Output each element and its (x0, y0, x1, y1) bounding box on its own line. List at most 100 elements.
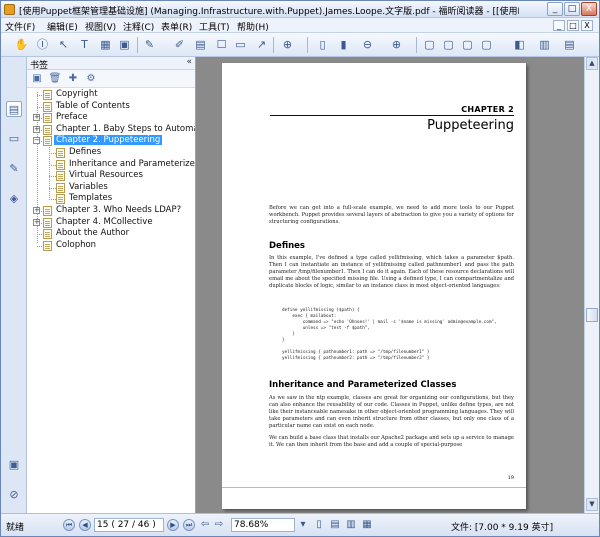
vertical-scrollbar[interactable]: ▲ ▼ (584, 57, 599, 513)
menu-view[interactable]: 视图(V) (85, 20, 116, 33)
continuous-facing-icon[interactable]: ▦ (361, 519, 373, 531)
first-page-button[interactable]: ⏮ (63, 519, 75, 531)
more-icon[interactable]: ▤ (561, 37, 578, 53)
bookmark-item[interactable]: Templates (27, 193, 195, 205)
expand-icon[interactable]: + (33, 207, 40, 214)
comment-icon[interactable]: ☐ (213, 37, 230, 53)
menu-bar: 文件(F) 编辑(E) 视图(V) 注释(C) 表单(R) 工具(T) 帮助(H… (1, 18, 599, 33)
back-arrow-icon[interactable]: ⇦ (199, 519, 211, 531)
typewriter-icon[interactable]: T (76, 37, 93, 53)
bookmark-item[interactable]: Variables (27, 182, 195, 194)
bookmark-icon (43, 101, 52, 112)
forward-arrow-icon[interactable]: ⇨ (213, 519, 225, 531)
zoom-in-icon[interactable]: ⊕ (279, 37, 296, 53)
doc-minimize-button[interactable]: _ (553, 20, 565, 31)
expand-icon[interactable]: + (33, 218, 40, 226)
options-icon[interactable]: ▥ (536, 37, 553, 53)
bookmarks-panel-icon[interactable]: ▤ (6, 101, 22, 117)
fit-width-icon[interactable]: ▮ (335, 37, 352, 53)
nav-last-icon[interactable]: ▢ (478, 37, 495, 53)
zoom-plus-icon[interactable]: ⊕ (388, 37, 405, 53)
new-bookmark-icon[interactable]: ✚ (66, 72, 80, 86)
continuous-icon[interactable]: ▤ (329, 519, 341, 531)
bookmark-icon (43, 124, 52, 135)
single-page-icon[interactable]: ▯ (313, 519, 325, 531)
select-text-icon[interactable]: Ⓘ (34, 37, 51, 53)
delete-bookmark-icon[interactable]: 🗑 (48, 72, 62, 86)
close-button[interactable]: X (581, 2, 597, 16)
highlight-icon[interactable]: ✐ (171, 37, 188, 53)
audio-icon[interactable]: ◧ (511, 37, 528, 53)
bookmark-item[interactable]: + Preface (27, 112, 195, 124)
bookmark-item[interactable]: + Chapter 4. MCollective (27, 216, 195, 229)
note-icon[interactable]: ▤ (192, 37, 209, 53)
zoom-dropdown-icon[interactable]: ▾ (297, 519, 309, 531)
layers-panel-icon[interactable]: ✎ (6, 161, 22, 177)
menu-help[interactable]: 帮助(H) (237, 20, 269, 33)
bookmark-item[interactable]: + Chapter 3. Who Needs LDAP? (27, 205, 195, 217)
bookmark-item[interactable]: Defines (27, 147, 195, 159)
prev-page-button[interactable]: ◀ (79, 519, 91, 531)
arrow-icon[interactable]: ↗ (253, 37, 270, 53)
page-number-input[interactable]: 15 ( 27 / 46 ) (94, 518, 164, 532)
nav-next-icon[interactable]: ▢ (459, 37, 476, 53)
facing-icon[interactable]: ▥ (345, 519, 357, 531)
menu-edit[interactable]: 编辑(E) (47, 20, 78, 33)
pointer-icon[interactable]: ↖ (55, 37, 72, 53)
last-page-button[interactable]: ⏭ (183, 519, 195, 531)
pages-panel-icon[interactable]: ▭ (6, 131, 22, 147)
expand-icon[interactable]: + (33, 125, 40, 133)
bookmark-tree: Copyright Table of Contents + Preface + Chapt… (27, 88, 195, 513)
zoom-select[interactable]: 78.68% (231, 518, 295, 532)
bookmark-label: Chapter 4. MCollective (56, 216, 153, 227)
attachments-panel-icon[interactable]: ▣ (6, 457, 22, 473)
paperclip-icon[interactable]: ⊘ (6, 487, 22, 503)
bookmark-item[interactable]: + Chapter 1. Baby Steps to Automation (27, 124, 195, 136)
bookmark-label: Preface (56, 112, 88, 123)
menu-tools[interactable]: 工具(T) (199, 20, 230, 33)
nav-prev-icon[interactable]: ▢ (440, 37, 457, 53)
snapshot-icon[interactable]: ▦ (97, 37, 114, 53)
minimize-button[interactable]: _ (547, 2, 563, 16)
menu-comment[interactable]: 注释(C) (123, 20, 154, 33)
bookmark-label: Colophon (56, 239, 97, 250)
bookmark-item[interactable]: Table of Contents (27, 101, 195, 113)
doc-close-button[interactable]: X (581, 20, 593, 31)
bookmark-options-icon[interactable]: ⚙ (84, 72, 98, 86)
navigation-strip: ▤ ▭ ✎ ◈ ▣ ⊘ (1, 57, 27, 513)
fit-page-icon[interactable]: ▯ (314, 37, 331, 53)
panel-collapse-button[interactable]: « (186, 57, 192, 67)
scroll-up-icon[interactable]: ▲ (586, 57, 598, 70)
pen-icon[interactable]: ✎ (141, 37, 158, 53)
chapter-rule (270, 115, 514, 116)
bookmark-item[interactable]: − Chapter 2. Puppeteering (27, 135, 195, 147)
image-icon[interactable]: ▣ (116, 37, 133, 53)
bookmark-item[interactable]: Copyright (27, 89, 195, 101)
window-title: [使用Puppet框架管理基础设施] (Managing.Infrastruct… (19, 7, 519, 17)
menu-file[interactable]: 文件(F) (5, 20, 35, 33)
menu-form[interactable]: 表单(R) (161, 20, 192, 33)
hand-tool-icon[interactable]: ✋ (13, 37, 30, 53)
zoom-out-icon[interactable]: ⊖ (359, 37, 376, 53)
inheritance-paragraph: As we saw in the ntp example, classes ar… (269, 395, 514, 429)
scroll-down-icon[interactable]: ▼ (586, 498, 598, 511)
scroll-thumb[interactable] (586, 308, 598, 322)
bookmark-item[interactable]: Inheritance and Parameterized Class (27, 159, 195, 171)
maximize-button[interactable]: □ (564, 2, 580, 16)
bookmark-icon (43, 217, 52, 228)
bookmark-item[interactable]: Colophon (27, 239, 195, 252)
expand-icon[interactable]: + (33, 114, 40, 122)
bookmark-icon (43, 240, 52, 251)
callout-icon[interactable]: ▭ (232, 37, 249, 53)
bookmark-icon (43, 90, 52, 100)
document-view: CHAPTER 2 Puppeteering Before we can get… (196, 57, 584, 513)
bookmark-item[interactable]: About the Author (27, 228, 195, 240)
bookmark-label: Chapter 2. Puppeteering (54, 135, 163, 146)
nav-first-icon[interactable]: ▢ (421, 37, 438, 53)
expand-all-icon[interactable]: ▣ (30, 72, 44, 86)
next-page-button[interactable]: ▶ (167, 519, 179, 531)
comments-panel-icon[interactable]: ◈ (6, 191, 22, 207)
bookmark-item[interactable]: Virtual Resources (27, 170, 195, 182)
collapse-icon[interactable]: − (33, 137, 40, 145)
doc-restore-button[interactable]: □ (567, 20, 579, 31)
